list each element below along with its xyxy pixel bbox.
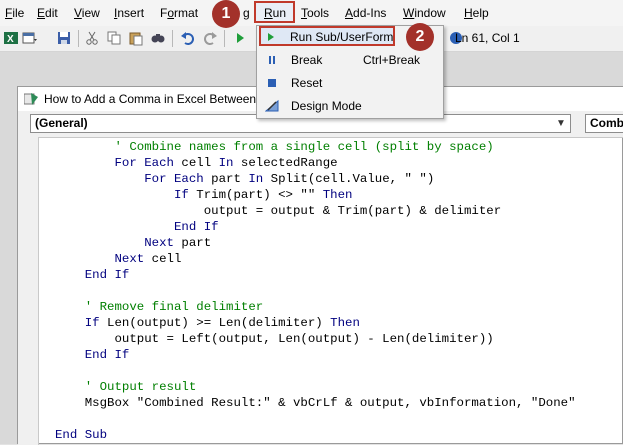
code-line[interactable]: output = output & Trim(part) & delimiter: [55, 203, 576, 219]
menu-format[interactable]: Format: [160, 5, 198, 21]
menu-file[interactable]: File: [5, 5, 24, 21]
code-keyword: End If: [84, 348, 130, 362]
run-icon[interactable]: [232, 30, 248, 46]
code-text: Split(cell.Value, " "): [263, 172, 435, 186]
copy-icon[interactable]: [106, 30, 122, 46]
code-window: How to Add a Comma in Excel Between (Gen…: [17, 86, 623, 445]
code-line[interactable]: End If: [55, 347, 576, 363]
code-line[interactable]: output = Left(output, Len(output) - Len(…: [55, 331, 576, 347]
code-keyword: In: [248, 172, 264, 186]
code-keyword: For Each: [144, 172, 204, 186]
save-icon[interactable]: [56, 30, 72, 46]
code-keyword: If: [84, 316, 100, 330]
stop-icon: [268, 79, 276, 87]
menu-item-reset[interactable]: Reset: [257, 72, 443, 94]
code-keyword: If: [173, 188, 189, 202]
code-keyword: Next: [144, 236, 174, 250]
step-badge-2: 2: [406, 23, 434, 51]
cut-icon[interactable]: [84, 30, 100, 46]
menu-item-shortcut: Ctrl+Break: [363, 53, 421, 67]
menu-add-ins[interactable]: Add-Ins: [345, 5, 386, 21]
code-line[interactable]: Next cell: [55, 251, 576, 267]
code-line[interactable]: End If: [55, 267, 576, 283]
code-text: Len(output) >= Len(delimiter): [99, 316, 331, 330]
code-line[interactable]: For Each part In Split(cell.Value, " "): [55, 171, 576, 187]
code-editor[interactable]: ' Combine names from a single cell (spli…: [55, 139, 576, 443]
code-line[interactable]: MsgBox "Combined Result:" & vbCrLf & out…: [55, 395, 576, 411]
code-text: cell: [144, 252, 182, 266]
undo-icon[interactable]: [180, 30, 196, 46]
cursor-position: Ln 61, Col 1: [455, 31, 520, 45]
code-line[interactable]: [55, 283, 576, 299]
code-keyword: Then: [330, 316, 360, 330]
redo-icon[interactable]: [202, 30, 218, 46]
code-comment: ' Output result: [84, 380, 197, 394]
step-badge-1: 1: [212, 0, 240, 28]
find-icon[interactable]: [150, 30, 166, 46]
code-text: MsgBox "Combined Result:" & vbCrLf & out…: [84, 396, 576, 410]
menu-view[interactable]: View: [74, 5, 100, 21]
chevron-down-icon[interactable]: ▼: [553, 114, 569, 133]
design-mode-icon: [265, 99, 279, 112]
menu-bar: File Edit View Insert Format g Run Tools…: [0, 0, 623, 26]
procedure-combo[interactable]: Combi: [585, 114, 623, 133]
menu-run[interactable]: Run: [264, 5, 286, 21]
menu-item-label: Break: [291, 53, 323, 67]
code-comment: ' Remove final delimiter: [84, 300, 264, 314]
code-text: Trim(part) <> "": [188, 188, 323, 202]
code-window-title: How to Add a Comma in Excel Between: [44, 92, 257, 106]
menu-item-label: Design Mode: [291, 99, 362, 113]
pause-icon: [269, 56, 275, 64]
code-keyword: In: [218, 156, 234, 170]
code-keyword: For Each: [114, 156, 175, 170]
code-line[interactable]: End If: [55, 219, 576, 235]
code-text: selectedRange: [233, 156, 338, 170]
code-line[interactable]: ' Combine names from a single cell (spli…: [55, 139, 576, 155]
code-keyword: Then: [322, 188, 353, 202]
play-icon: [268, 33, 274, 41]
menu-item-label: Reset: [291, 76, 323, 90]
code-line[interactable]: [55, 363, 576, 379]
code-text: part: [203, 172, 249, 186]
excel-icon[interactable]: X: [3, 30, 19, 46]
menu-tools[interactable]: Tools: [301, 5, 329, 21]
menu-help[interactable]: Help: [464, 5, 489, 21]
code-text: output = Left(output, Len(output) - Len(…: [114, 332, 494, 346]
code-line[interactable]: End Sub: [55, 427, 576, 443]
code-keyword: End If: [84, 268, 130, 282]
svg-text:X: X: [7, 34, 14, 45]
code-line[interactable]: If Trim(part) <> "" Then: [55, 187, 576, 203]
vba-module-icon: [24, 93, 38, 105]
menu-window[interactable]: Window: [403, 5, 446, 21]
code-line[interactable]: If Len(output) >= Len(delimiter) Then: [55, 315, 576, 331]
code-keyword: End Sub: [55, 428, 108, 442]
paste-icon[interactable]: [128, 30, 144, 46]
code-line[interactable]: For Each cell In selectedRange: [55, 155, 576, 171]
code-keyword: End If: [173, 220, 219, 234]
menu-edit[interactable]: Edit: [37, 5, 58, 21]
code-text: output = output & Trim(part) & delimiter: [203, 204, 502, 218]
code-line[interactable]: ' Remove final delimiter: [55, 299, 576, 315]
code-comment: ' Combine names from a single cell (spli…: [114, 140, 494, 154]
insert-userform-icon[interactable]: [22, 30, 38, 46]
menu-item-design-mode[interactable]: Design Mode: [257, 95, 443, 117]
menu-insert[interactable]: Insert: [114, 5, 144, 21]
code-keyword: Next: [114, 252, 145, 266]
code-line[interactable]: [55, 411, 576, 427]
code-text: part: [173, 236, 212, 250]
menu-debug-partial[interactable]: g: [243, 5, 250, 21]
margin-indicator-bar[interactable]: [18, 137, 39, 445]
code-line[interactable]: Next part: [55, 235, 576, 251]
menu-item-break[interactable]: Break Ctrl+Break: [257, 49, 443, 71]
code-text: cell: [174, 156, 219, 170]
run-sub-userform-label: Run Sub/UserForm: [290, 30, 394, 44]
code-line[interactable]: ' Output result: [55, 379, 576, 395]
